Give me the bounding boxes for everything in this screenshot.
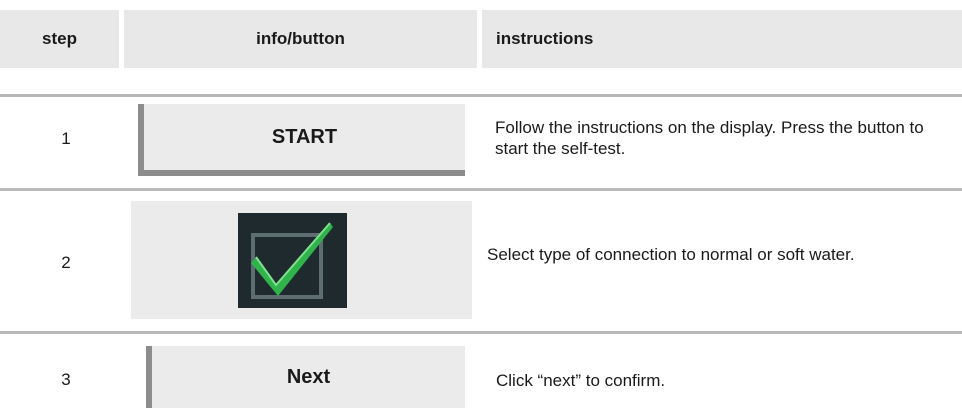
start-button[interactable]: START <box>138 104 465 176</box>
step-number-3: 3 <box>61 370 71 389</box>
row-divider <box>0 188 962 191</box>
checkmark-icon <box>251 222 333 299</box>
header-step: step <box>0 10 119 68</box>
checkmark-checkbox-icon[interactable] <box>238 213 347 308</box>
row-divider <box>0 94 962 97</box>
instruction-text-1: Follow the instructions on the display. … <box>495 118 924 158</box>
step-number-1: 1 <box>61 129 71 148</box>
instruction-text-3: Click “next” to confirm. <box>496 371 666 390</box>
step-number-2: 2 <box>61 253 71 272</box>
row-divider <box>0 331 962 334</box>
header-instructions: instructions <box>482 10 962 68</box>
instruction-text-2: Select type of connection to normal or s… <box>487 245 855 264</box>
header-info-button: info/button <box>124 10 477 68</box>
next-button[interactable]: Next <box>146 346 465 408</box>
